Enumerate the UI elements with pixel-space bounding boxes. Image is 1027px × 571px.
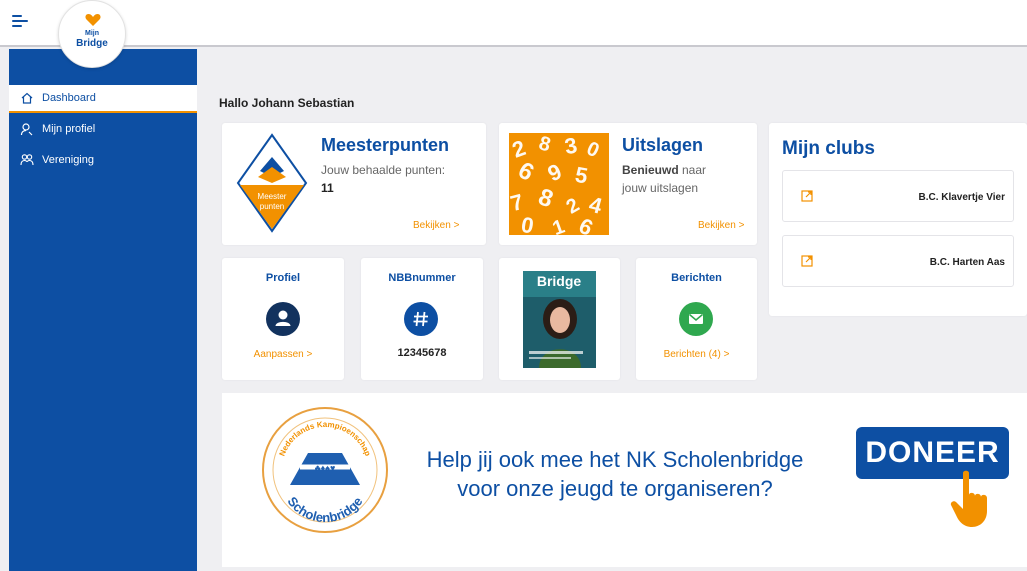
uitslagen-card: 2 8 3 0 6 9 5 7 8 2 4 0 1 6 Uitslagen Be…: [499, 123, 757, 245]
club-name: B.C. Klavertje Vier: [918, 192, 1005, 203]
nbbnummer-value: 12345678: [397, 347, 447, 359]
meesterpunten-title: Meesterpunten: [321, 135, 450, 155]
home-icon: [20, 91, 34, 105]
user-icon: [20, 122, 34, 136]
nbbnummer-card: NBBnummer 12345678: [361, 258, 483, 380]
svg-text:Meester: Meester: [258, 192, 287, 201]
club-item[interactable]: B.C. Harten Aas: [782, 235, 1014, 287]
scholenbridge-seal: Nederlands Kampioenschap ♣♦♠♥ Scholenbri…: [262, 407, 388, 533]
club-item[interactable]: B.C. Klavertje Vier: [782, 170, 1014, 222]
meesterpunten-link[interactable]: Bekijken >: [413, 220, 459, 231]
mijn-clubs-card: Mijn clubs B.C. Klavertje Vier B.C. Hart…: [769, 123, 1027, 316]
uitslagen-subtitle: Benieuwd naar: [622, 163, 707, 177]
mijn-clubs-title: Mijn clubs: [782, 138, 875, 159]
sidebar-item-vereniging[interactable]: Vereniging: [9, 144, 197, 175]
profiel-card: Profiel Aanpassen >: [222, 258, 344, 380]
sidebar: Dashboard Mijn profiel Vereniging: [9, 49, 197, 571]
club-name: B.C. Harten Aas: [929, 257, 1005, 268]
heart-icon: [85, 14, 101, 26]
berichten-title: Berichten: [671, 272, 722, 284]
svg-text:punten: punten: [260, 202, 284, 211]
banner-text: Help jij ook mee het NK Scholenbridge vo…: [426, 447, 804, 501]
meesterpunten-card: Meester punten Meesterpunten Jouw behaal…: [222, 123, 486, 245]
profiel-title: Profiel: [265, 272, 301, 284]
svg-text:Bridge: Bridge: [537, 273, 582, 289]
external-link-icon: [801, 255, 813, 267]
menu-toggle-icon[interactable]: [10, 10, 32, 32]
numbers-image: 2 8 3 0 6 9 5 7 8 2 4 0 1 6: [509, 133, 609, 235]
uitslagen-title: Uitslagen: [622, 135, 704, 155]
nbbnummer-title: NBBnummer: [388, 272, 456, 284]
sidebar-item-label: Vereniging: [42, 153, 94, 166]
meesterpunten-badge: Meester punten: [236, 133, 308, 233]
external-link-icon: [801, 190, 813, 202]
donation-banner: Nederlands Kampioenschap ♣♦♠♥ Scholenbri…: [222, 393, 1027, 567]
sidebar-item-dashboard[interactable]: Dashboard: [9, 85, 197, 113]
pointing-hand-icon: [950, 470, 987, 527]
hash-icon: [404, 302, 438, 336]
logo-small-text: Mijn: [85, 30, 99, 37]
top-bar: [0, 0, 1027, 47]
sidebar-item-label: Mijn profiel: [42, 122, 96, 135]
bridge-magazine-cover[interactable]: Bridge: [523, 271, 596, 368]
users-icon: [20, 153, 34, 167]
meesterpunten-subtitle: Jouw behaalde punten:: [321, 163, 446, 177]
uitslagen-link[interactable]: Bekijken >: [698, 220, 744, 231]
envelope-icon[interactable]: [679, 302, 713, 336]
logo-big-text: Bridge: [76, 38, 108, 49]
meesterpunten-value: 11: [321, 181, 334, 195]
app-logo[interactable]: Mijn Bridge: [58, 0, 126, 68]
magazine-card: Bridge: [499, 258, 620, 380]
sidebar-item-mijn-profiel[interactable]: Mijn profiel: [9, 113, 197, 144]
profile-icon[interactable]: [266, 302, 300, 336]
svg-text:♣♦♠♥: ♣♦♠♥: [315, 463, 336, 473]
berichten-card: Berichten Berichten (4) >: [636, 258, 757, 380]
uitslagen-subtitle-2: jouw uitslagen: [622, 181, 699, 195]
profiel-link[interactable]: Aanpassen >: [222, 349, 344, 360]
greeting: Hallo Johann Sebastian: [219, 96, 355, 110]
berichten-link[interactable]: Berichten (4) >: [636, 349, 757, 360]
sidebar-item-label: Dashboard: [42, 92, 96, 104]
